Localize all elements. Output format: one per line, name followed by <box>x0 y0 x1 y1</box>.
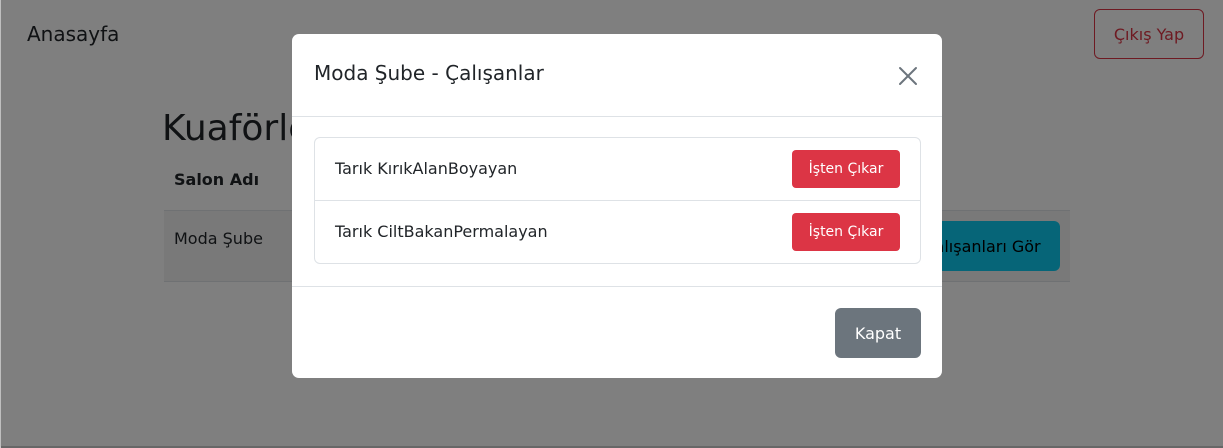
employee-name: Tarık CiltBakanPermalayan <box>335 222 548 241</box>
close-button[interactable]: Kapat <box>835 308 921 358</box>
employee-list: Tarık KırıkAlanBoyayan İşten Çıkar Tarık… <box>314 137 921 264</box>
modal-footer: Kapat <box>292 286 942 378</box>
fire-employee-button[interactable]: İşten Çıkar <box>792 150 900 188</box>
modal-header: Moda Şube - Çalışanlar <box>292 34 942 117</box>
close-icon[interactable] <box>894 62 922 90</box>
page: Anasayfa Çıkış Yap Kuaförler Salon Adı M… <box>0 0 1223 448</box>
modal-title: Moda Şube - Çalışanlar <box>314 61 544 85</box>
modal-body: Tarık KırıkAlanBoyayan İşten Çıkar Tarık… <box>292 117 942 287</box>
employees-modal: Moda Şube - Çalışanlar Tarık KırıkAlanBo… <box>292 34 942 378</box>
list-item: Tarık KırıkAlanBoyayan İşten Çıkar <box>315 138 920 201</box>
fire-employee-button[interactable]: İşten Çıkar <box>792 213 900 251</box>
employee-name: Tarık KırıkAlanBoyayan <box>335 159 518 178</box>
list-item: Tarık CiltBakanPermalayan İşten Çıkar <box>315 201 920 264</box>
